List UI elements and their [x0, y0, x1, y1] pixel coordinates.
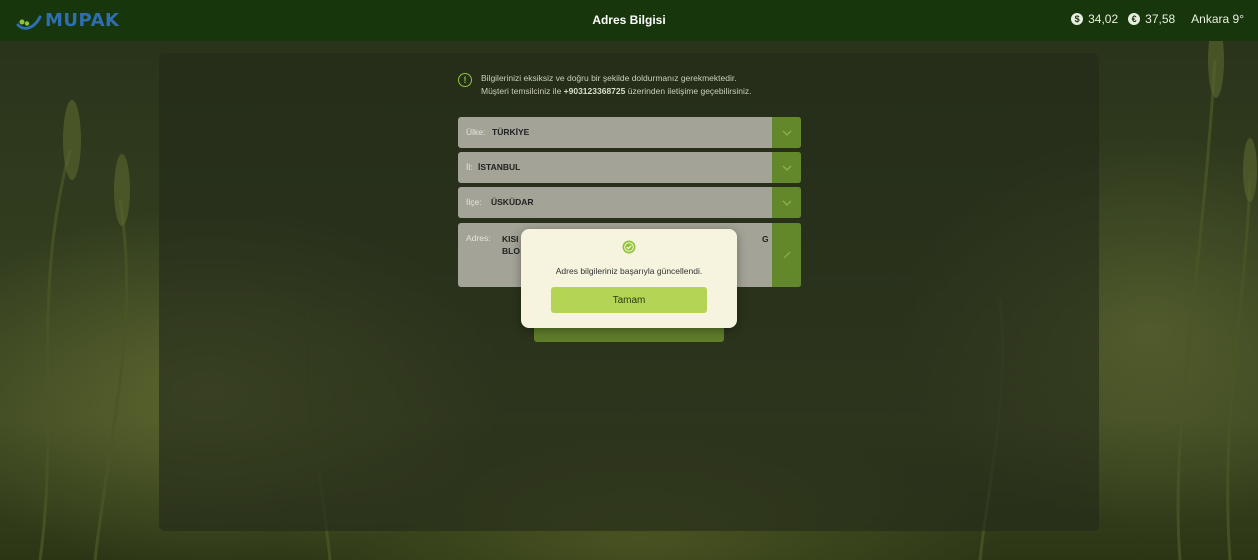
- city-value: İSTANBUL: [478, 162, 521, 172]
- page-title: Adres Bilgisi: [592, 13, 666, 27]
- edit-icon: [783, 251, 790, 259]
- usd-rate: $ 34,02: [1071, 12, 1118, 26]
- country-value: TÜRKİYE: [492, 127, 530, 137]
- save-button[interactable]: [534, 326, 724, 342]
- notice-text: Bilgilerinizi eksiksiz ve doğru bir şeki…: [481, 72, 752, 98]
- info-notice: ! Bilgilerinizi eksiksiz ve doğru bir şe…: [458, 72, 752, 98]
- district-value: ÜSKÜDAR: [491, 197, 534, 207]
- address-edit-button[interactable]: [772, 223, 801, 287]
- notice-line-2-suffix: üzerinden iletişime geçebilirsiniz.: [625, 86, 752, 96]
- city-label: İl:: [466, 162, 473, 172]
- address-line-1-end: G: [762, 234, 769, 244]
- city-select[interactable]: İl: İSTANBUL: [458, 152, 801, 183]
- country-label: Ülke:: [466, 127, 486, 137]
- chevron-down-icon: [782, 130, 791, 136]
- notice-line-2-prefix: Müşteri temsilciniz ile: [481, 86, 564, 96]
- representative-phone: +903123368725: [563, 86, 626, 96]
- city-dropdown-button[interactable]: [772, 152, 801, 183]
- success-dialog: Adres bilgileriniz başarıyla güncellendi…: [521, 229, 737, 328]
- usd-rate-value: 34,02: [1088, 12, 1119, 26]
- exclamation-icon: !: [458, 73, 472, 87]
- chevron-down-icon: [782, 165, 791, 171]
- country-dropdown-button[interactable]: [772, 117, 801, 148]
- district-dropdown-button[interactable]: [772, 187, 801, 218]
- ok-button[interactable]: Tamam: [551, 287, 707, 313]
- chevron-down-icon: [782, 200, 791, 206]
- weather-info: Ankara 9°: [1191, 12, 1244, 26]
- top-header: MUPAK Adres Bilgisi $ 34,02 € 37,58 Anka…: [0, 0, 1258, 41]
- euro-icon: €: [1128, 13, 1141, 25]
- dollar-icon: $: [1071, 13, 1084, 25]
- success-message: Adres bilgileriniz başarıyla güncellendi…: [555, 266, 703, 276]
- eur-rate: € 37,58: [1128, 12, 1175, 26]
- check-circle-icon: [622, 240, 636, 254]
- address-label: Adres:: [466, 233, 491, 243]
- notice-line-2: Müşteri temsilciniz ile +903123368725 üz…: [481, 85, 752, 98]
- address-line-1: KISI: [502, 234, 519, 244]
- eur-rate-value: 37,58: [1145, 12, 1176, 26]
- country-select[interactable]: Ülke: TÜRKİYE: [458, 117, 801, 148]
- district-label: İlçe:: [466, 197, 482, 207]
- district-select[interactable]: İlçe: ÜSKÜDAR: [458, 187, 801, 218]
- currency-rates: $ 34,02 € 37,58 Ankara 9°: [1071, 12, 1244, 26]
- notice-line-1: Bilgilerinizi eksiksiz ve doğru bir şeki…: [481, 73, 737, 83]
